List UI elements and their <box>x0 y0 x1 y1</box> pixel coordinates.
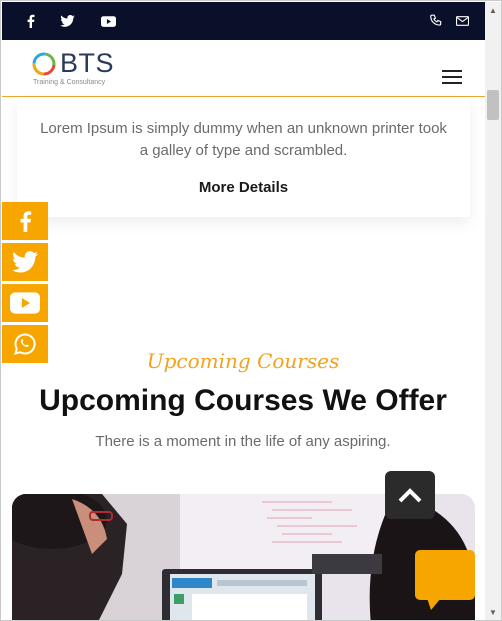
scroll-up-icon[interactable]: ▲ <box>489 6 497 15</box>
info-card: Lorem Ipsum is simply dummy when an unkn… <box>17 98 470 217</box>
scrollbar-thumb[interactable] <box>487 90 499 120</box>
phone-icon[interactable] <box>427 12 445 30</box>
logo-text: BTS <box>60 48 115 78</box>
hamburger-icon[interactable] <box>442 70 462 86</box>
more-details-link[interactable]: More Details <box>17 179 470 196</box>
logo-rings-icon <box>32 52 56 76</box>
browser-viewport: BTS Training & Consultancy Lorem Ipsum i… <box>0 0 502 621</box>
chat-button[interactable] <box>415 550 475 610</box>
facebook-icon[interactable] <box>21 12 39 30</box>
side-youtube-icon[interactable] <box>2 284 48 322</box>
vertical-scrollbar[interactable]: ▲ ▼ <box>485 2 501 620</box>
chat-bubble-icon <box>415 550 475 610</box>
side-facebook-icon[interactable] <box>2 202 48 240</box>
logo-subtitle: Training & Consultancy <box>33 79 106 86</box>
side-twitter-icon[interactable] <box>2 243 48 281</box>
youtube-icon[interactable] <box>99 12 117 30</box>
top-bar <box>2 2 485 40</box>
site-header: BTS Training & Consultancy <box>2 40 485 97</box>
twitter-icon[interactable] <box>58 12 76 30</box>
section-subtitle: There is a moment in the life of any asp… <box>95 433 391 450</box>
mail-icon[interactable] <box>453 12 471 30</box>
card-description: Lorem Ipsum is simply dummy when an unkn… <box>40 120 447 159</box>
scroll-down-icon[interactable]: ▼ <box>489 608 497 617</box>
bts-logo[interactable]: BTS Training & Consultancy <box>30 48 120 90</box>
chevron-up-icon <box>398 488 422 503</box>
section-script-title: Upcoming Courses <box>146 349 340 373</box>
section-title: Upcoming Courses We Offer <box>39 384 447 417</box>
back-to-top-button[interactable] <box>385 471 435 519</box>
side-social-bar <box>2 202 48 366</box>
